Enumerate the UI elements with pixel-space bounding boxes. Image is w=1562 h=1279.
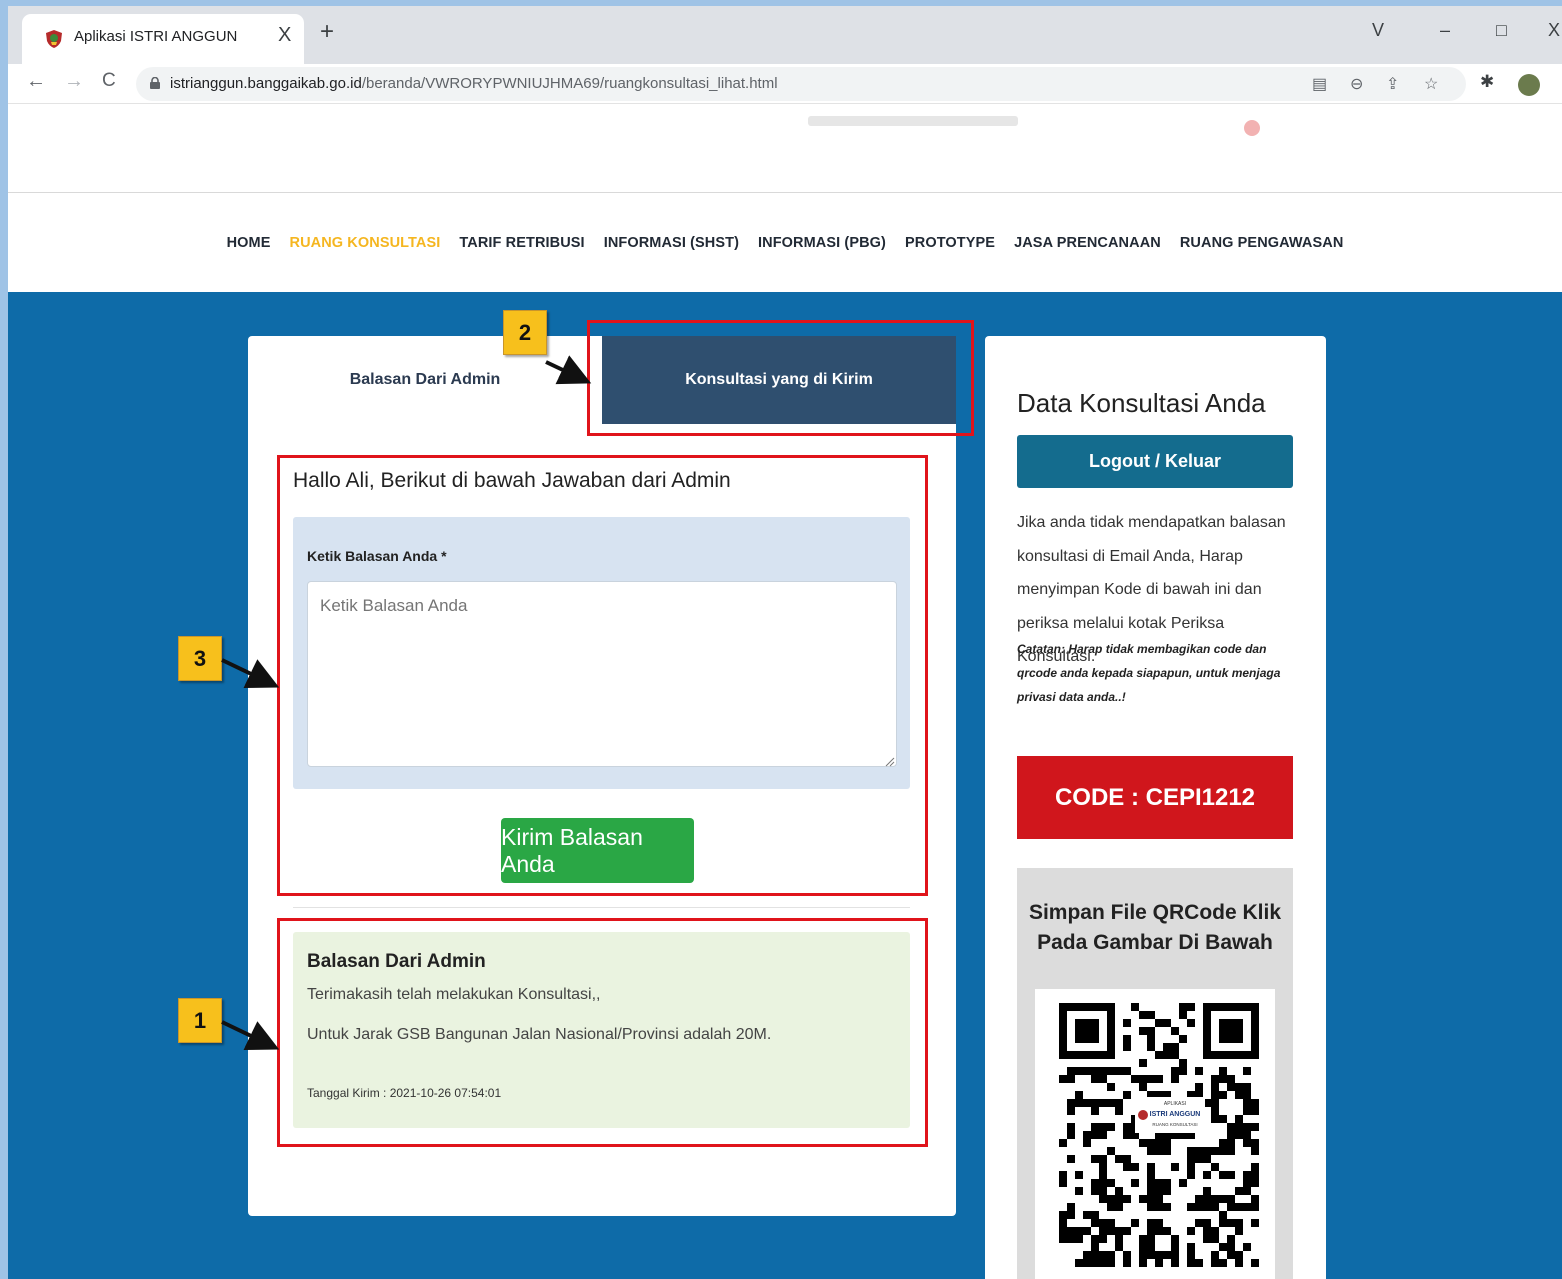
url-domain: istrianggun.banggaikab.go.id	[170, 75, 362, 92]
profile-avatar[interactable]	[1518, 74, 1540, 96]
qr-code-graphic: APLIKASI ISTRI ANGGUN RUANG KONSULTASI	[1059, 1003, 1259, 1267]
header-tagline-fragment	[808, 116, 1018, 126]
extensions-puzzle-icon[interactable]: ✱	[1480, 72, 1494, 92]
section-divider	[293, 907, 910, 908]
nav-ruang-konsultasi[interactable]: RUANG KONSULTASI	[290, 235, 441, 251]
close-window-button[interactable]: X	[1548, 20, 1560, 41]
nav-informasi-pbg[interactable]: INFORMASI (PBG)	[758, 235, 886, 251]
qr-logo-line-2: ISTRI ANGGUN	[1150, 1111, 1201, 1118]
consultation-code: CODE : CEPI1212	[1017, 756, 1293, 839]
annotation-box-2	[587, 320, 974, 436]
site-favicon-icon	[46, 30, 62, 48]
annotation-badge-1: 1	[178, 998, 222, 1043]
qr-panel: Simpan File QRCode Klik Pada Gambar Di B…	[1017, 868, 1293, 1279]
tab-search-icon[interactable]: V	[1372, 20, 1384, 41]
qr-logo-line-3: RUANG KONSULTASI	[1152, 1122, 1197, 1127]
bookmark-star-icon[interactable]: ☆	[1424, 74, 1438, 94]
nav-tarif-retribusi[interactable]: TARIF RETRIBUSI	[459, 235, 584, 251]
nav-informasi-shst[interactable]: INFORMASI (SHST)	[604, 235, 739, 251]
annotation-box-1	[277, 918, 928, 1147]
minimize-button[interactable]: –	[1440, 20, 1450, 41]
nav-links: HOME RUANG KONSULTASI TARIF RETRIBUSI IN…	[8, 235, 1562, 251]
qr-logo-line-1: APLIKASI	[1164, 1101, 1186, 1107]
zoom-icon[interactable]: ⊖	[1350, 74, 1363, 94]
sidebar-title: Data Konsultasi Anda	[1017, 388, 1266, 418]
annotation-badge-3: 3	[178, 636, 222, 681]
url-text[interactable]: istrianggun.banggaikab.go.id/beranda/VWR…	[170, 75, 778, 92]
new-tab-button[interactable]: +	[320, 20, 334, 44]
tab-title: Aplikasi ISTRI ANGGUN	[74, 28, 238, 45]
consultation-data-card: Data Konsultasi Anda Logout / Keluar Jik…	[985, 336, 1326, 1279]
forward-button[interactable]: →	[64, 70, 84, 93]
url-path: /beranda/VWRORYPWNIUJHMA69/ruangkonsulta…	[361, 75, 778, 92]
share-icon[interactable]: ⇪	[1386, 74, 1399, 94]
browser-titlebar: Aplikasi ISTRI ANGGUN X + V – □ X	[8, 6, 1562, 64]
qr-heading: Simpan File QRCode Klik Pada Gambar Di B…	[1028, 901, 1282, 954]
back-button[interactable]: ←	[26, 70, 46, 93]
logout-button[interactable]: Logout / Keluar	[1017, 435, 1293, 488]
tab-balasan-dari-admin[interactable]: Balasan Dari Admin	[248, 336, 602, 424]
reload-button[interactable]: C	[102, 70, 116, 92]
annotation-badge-2: 2	[503, 310, 547, 355]
lock-icon	[150, 77, 160, 89]
nav-jasa-prencanaan[interactable]: JASA PRENCANAAN	[1014, 235, 1161, 251]
browser-menu-icon[interactable]: ⋮	[1556, 72, 1562, 92]
annotation-box-3	[277, 455, 928, 896]
site-navigation: HOME RUANG KONSULTASI TARIF RETRIBUSI IN…	[8, 194, 1562, 292]
browser-toolbar: ← → C istrianggun.banggaikab.go.id/beran…	[8, 64, 1562, 104]
header-logo-fragment	[1244, 120, 1260, 136]
sidebar-privacy-note: Catatan: Harap tidak membagikan code dan…	[1017, 642, 1281, 704]
nav-home[interactable]: HOME	[227, 235, 271, 251]
translate-icon[interactable]: ▤	[1312, 74, 1327, 94]
qr-code-image[interactable]: APLIKASI ISTRI ANGGUN RUANG KONSULTASI	[1035, 989, 1275, 1279]
nav-prototype[interactable]: PROTOTYPE	[905, 235, 995, 251]
restore-button[interactable]: □	[1496, 20, 1507, 41]
browser-tab[interactable]: Aplikasi ISTRI ANGGUN X	[22, 14, 304, 64]
address-bar[interactable]: istrianggun.banggaikab.go.id/beranda/VWR…	[136, 67, 1466, 101]
site-header	[8, 104, 1562, 193]
tab-close-icon[interactable]: X	[278, 24, 291, 47]
outer-frame-left	[0, 0, 8, 1279]
nav-ruang-pengawasan[interactable]: RUANG PENGAWASAN	[1180, 235, 1344, 251]
